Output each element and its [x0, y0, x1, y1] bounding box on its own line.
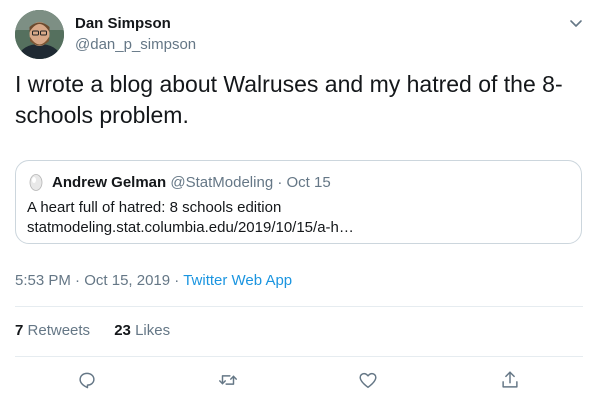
- reply-icon[interactable]: [76, 369, 100, 393]
- share-icon[interactable]: [499, 369, 523, 393]
- quoted-avatar: [27, 173, 45, 191]
- author-name[interactable]: Dan Simpson: [75, 15, 171, 32]
- like-icon[interactable]: [357, 369, 381, 393]
- retweets-label: Retweets: [27, 322, 91, 339]
- quoted-author-handle: @StatModeling: [170, 174, 274, 191]
- divider: [15, 356, 583, 357]
- tweet-time[interactable]: 5:53 PM: [15, 272, 71, 289]
- author-handle[interactable]: @dan_p_simpson: [75, 36, 196, 53]
- meta-separator-2: ·: [174, 272, 180, 289]
- chevron-down-icon[interactable]: [568, 15, 584, 31]
- quoted-tweet-text: A heart full of hatred: 8 schools editio…: [27, 199, 354, 236]
- divider: [15, 306, 583, 307]
- tweet-meta: 5:53 PM · Oct 15, 2019 · Twitter Web App: [15, 272, 292, 289]
- likes-count: 23: [114, 322, 131, 339]
- retweets-count: 7: [15, 322, 24, 339]
- likes-label: Likes: [135, 322, 171, 339]
- avatar[interactable]: [15, 10, 64, 59]
- quoted-tweet-card[interactable]: Andrew Gelman @StatModeling · Oct 15 A h…: [15, 160, 582, 244]
- meta-separator: ·: [75, 272, 81, 289]
- quoted-tweet-header: Andrew Gelman @StatModeling · Oct 15: [52, 174, 331, 191]
- quoted-author-name: Andrew Gelman: [52, 174, 167, 191]
- likes-stat[interactable]: 23 Likes: [114, 322, 170, 339]
- tweet-text: I wrote a blog about Walruses and my hat…: [15, 71, 563, 128]
- quoted-date: Oct 15: [286, 174, 331, 191]
- quoted-separator: ·: [277, 174, 283, 191]
- retweet-icon[interactable]: [217, 369, 241, 393]
- tweet-stats: 7 Retweets 23 Likes: [15, 322, 190, 339]
- source-app-link[interactable]: Twitter Web App: [183, 272, 292, 289]
- profile-photo-icon: [15, 10, 64, 59]
- tweet-date[interactable]: Oct 15, 2019: [84, 272, 170, 289]
- egg-avatar-icon: [27, 173, 45, 191]
- retweets-stat[interactable]: 7 Retweets: [15, 322, 94, 339]
